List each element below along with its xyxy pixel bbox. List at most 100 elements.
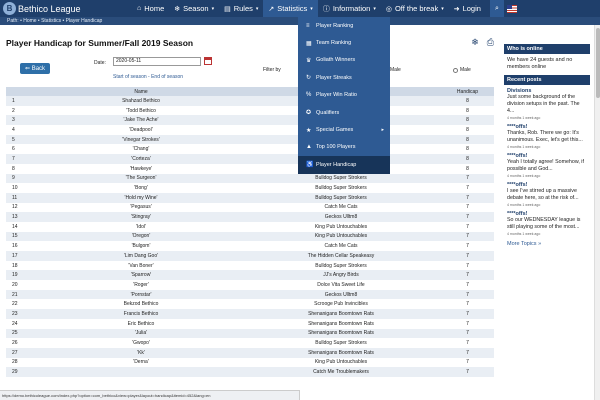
recent-post[interactable]: ****offs! Thanks, Rob. There we go: It's … bbox=[504, 121, 590, 150]
calendar-icon[interactable] bbox=[204, 57, 212, 65]
player-name[interactable]: 'Bong' bbox=[41, 183, 241, 193]
dropdown-item[interactable]: ★ Special Games ▸ bbox=[298, 121, 390, 138]
player-name[interactable]: 'Roger' bbox=[41, 280, 241, 290]
handicap-value: 8 bbox=[441, 105, 494, 116]
dropdown-item[interactable]: ▲ Top 100 Players bbox=[298, 139, 390, 156]
dropdown-item[interactable]: ▦ Team Ranking bbox=[298, 34, 390, 51]
home-icon: ⌂ bbox=[137, 5, 142, 12]
player-name[interactable]: 'Bulgom' bbox=[41, 241, 241, 251]
radio-male[interactable]: Male bbox=[390, 67, 401, 73]
team-name[interactable]: Dolce Vita Sweet Life bbox=[241, 280, 441, 290]
nav-off-the-break[interactable]: ◎ Off the break ▾ bbox=[381, 0, 449, 17]
nav-home[interactable]: ⌂ Home bbox=[132, 0, 169, 17]
dropdown-item-label: Qualifiers bbox=[316, 109, 340, 116]
table-row: 8'Hawkeye'Bulldog Super Strokers8 bbox=[6, 163, 494, 174]
team-name[interactable]: Catch Me Troublemakers bbox=[241, 367, 441, 377]
team-name[interactable]: Shenanigans Boomtown Rats bbox=[241, 328, 441, 339]
player-name[interactable] bbox=[41, 367, 241, 377]
date-input[interactable]: 2020-05-11 bbox=[113, 57, 201, 66]
team-name[interactable]: The Hidden Cellar Speakeasy bbox=[241, 251, 441, 261]
radio-female[interactable]: Male bbox=[453, 67, 471, 73]
online-heading: Who is online bbox=[504, 44, 590, 54]
site-logo[interactable]: B Bethico League bbox=[0, 2, 132, 15]
player-name[interactable]: Bekzod Bethico bbox=[41, 299, 241, 310]
team-name[interactable]: Geckos Ulltm8 bbox=[241, 289, 441, 300]
team-name[interactable]: Shenanigans Boomtown Rats bbox=[241, 309, 441, 319]
dropdown-item[interactable]: % Player Win Ratio bbox=[298, 87, 390, 104]
team-name[interactable]: Bulldog Super Strokers bbox=[241, 183, 441, 193]
player-name[interactable]: 'Sparrow' bbox=[41, 270, 241, 281]
dropdown-item[interactable]: ♛ Goliath Winners bbox=[298, 52, 390, 69]
dropdown-item-label: Player Win Ratio bbox=[316, 92, 357, 99]
player-name[interactable]: 'Derna' bbox=[41, 357, 241, 368]
player-name[interactable]: Francis Bethico bbox=[41, 309, 241, 319]
dropdown-item[interactable]: ✪ Qualifiers bbox=[298, 104, 390, 121]
team-name[interactable]: Bulldog Super Strokers bbox=[241, 173, 441, 184]
row-number: 10 bbox=[6, 183, 41, 193]
player-name[interactable]: Shahzad Bethico bbox=[41, 96, 241, 106]
player-name[interactable]: 'Hold my Wine' bbox=[41, 192, 241, 203]
team-name[interactable]: JJ's Angry Birds bbox=[241, 270, 441, 281]
page-scrollbar[interactable] bbox=[594, 25, 600, 400]
player-name[interactable]: 'Deadpool' bbox=[41, 125, 241, 135]
player-name[interactable]: 'Hawkeye' bbox=[41, 163, 241, 174]
team-name[interactable]: Bulldog Super Strokers bbox=[241, 192, 441, 203]
top-icon: ▲ bbox=[306, 144, 312, 151]
team-name[interactable]: Catch Me Cats bbox=[241, 202, 441, 213]
dropdown-item[interactable]: ↻ Player Streaks bbox=[298, 69, 390, 86]
recent-post[interactable]: Divisions Just some background of the div… bbox=[504, 85, 590, 121]
dropdown-item-label: Team Ranking bbox=[316, 40, 352, 47]
player-name[interactable]: 'Corteza' bbox=[41, 154, 241, 164]
chevron-down-icon: ▾ bbox=[441, 5, 444, 12]
recent-post[interactable]: ****offs! I see I've stirred up a massive… bbox=[504, 179, 590, 208]
team-name[interactable]: Shenanigans Boomtown Rats bbox=[241, 318, 441, 329]
player-name[interactable]: 'The Surgeon' bbox=[41, 173, 241, 184]
player-name[interactable]: 'Stingray' bbox=[41, 212, 241, 222]
player-name[interactable]: 'Oregon' bbox=[41, 231, 241, 242]
team-name[interactable]: Catch Me Cats bbox=[241, 241, 441, 251]
snowflake-icon[interactable]: ❄ bbox=[471, 37, 479, 48]
chevron-down-icon: ▾ bbox=[310, 5, 313, 12]
header-handicap: Handicap bbox=[441, 87, 494, 96]
more-topics-link[interactable]: More Topics » bbox=[504, 237, 590, 251]
dropdown-item[interactable]: ♿ Player Handicap bbox=[298, 156, 390, 174]
team-name[interactable]: King Pub Untouchables bbox=[241, 231, 441, 242]
player-name[interactable]: 'Lim Dang Goo' bbox=[41, 251, 241, 261]
player-name[interactable]: 'Van Boner' bbox=[41, 260, 241, 271]
player-name[interactable]: 'Pegasus' bbox=[41, 202, 241, 213]
player-name[interactable]: 'Idol' bbox=[41, 221, 241, 232]
player-name[interactable]: 'Kk' bbox=[41, 347, 241, 358]
recent-post[interactable]: ****offs! Yeah I totally agree! Somehow, … bbox=[504, 150, 590, 179]
language-flag-icon[interactable] bbox=[506, 4, 517, 13]
back-button[interactable]: ⇐ Back bbox=[20, 63, 51, 74]
table-row: 25 'Julia' Shenanigans Boomtown Rats 7 bbox=[6, 328, 494, 339]
nav-login[interactable]: ➜ Login bbox=[449, 0, 486, 17]
team-name[interactable]: Scrooge Pub Invincibles bbox=[241, 299, 441, 310]
dropdown-item[interactable]: ≡ Player Ranking bbox=[298, 17, 390, 34]
team-name[interactable]: Geckos Ulltm8 bbox=[241, 212, 441, 222]
scrollbar-thumb[interactable] bbox=[596, 28, 600, 98]
nav-information[interactable]: ⓘ Information ▾ bbox=[318, 0, 381, 17]
team-name[interactable]: Shenanigans Boomtown Rats bbox=[241, 347, 441, 358]
player-name[interactable]: 'Jake The Ache' bbox=[41, 115, 241, 126]
team-name[interactable]: King Pub Untouchables bbox=[241, 221, 441, 232]
nav-season[interactable]: ❄ Season ▾ bbox=[169, 0, 219, 17]
player-name[interactable]: 'Vinegar Strokes' bbox=[41, 134, 241, 145]
player-name[interactable]: 'Pornstar' bbox=[41, 289, 241, 300]
search-icon[interactable]: ⌕ bbox=[489, 0, 504, 17]
player-name[interactable]: 'Chang' bbox=[41, 144, 241, 155]
team-icon: ▦ bbox=[306, 40, 312, 47]
team-name[interactable]: Bulldog Super Strokers bbox=[241, 338, 441, 348]
recent-post[interactable]: ****offs! So our WEDNESDAY league is stil… bbox=[504, 208, 590, 237]
print-icon[interactable]: ⎙ bbox=[487, 37, 494, 48]
team-name[interactable]: Bulldog Super Strokers bbox=[241, 260, 441, 271]
book-icon: ▤ bbox=[224, 5, 231, 13]
team-name[interactable]: King Pub Untouchables bbox=[241, 357, 441, 368]
nav-statistics[interactable]: ↗ Statistics ▾ bbox=[263, 0, 318, 17]
season-range-links[interactable]: Start of season - End of season bbox=[113, 74, 183, 80]
player-name[interactable]: 'Todd Bethico bbox=[41, 105, 241, 116]
nav-rules[interactable]: ▤ Rules ▾ bbox=[219, 0, 263, 17]
player-name[interactable]: 'Gwopo' bbox=[41, 338, 241, 348]
player-name[interactable]: Eric Bethico bbox=[41, 318, 241, 329]
player-name[interactable]: 'Julia' bbox=[41, 328, 241, 339]
